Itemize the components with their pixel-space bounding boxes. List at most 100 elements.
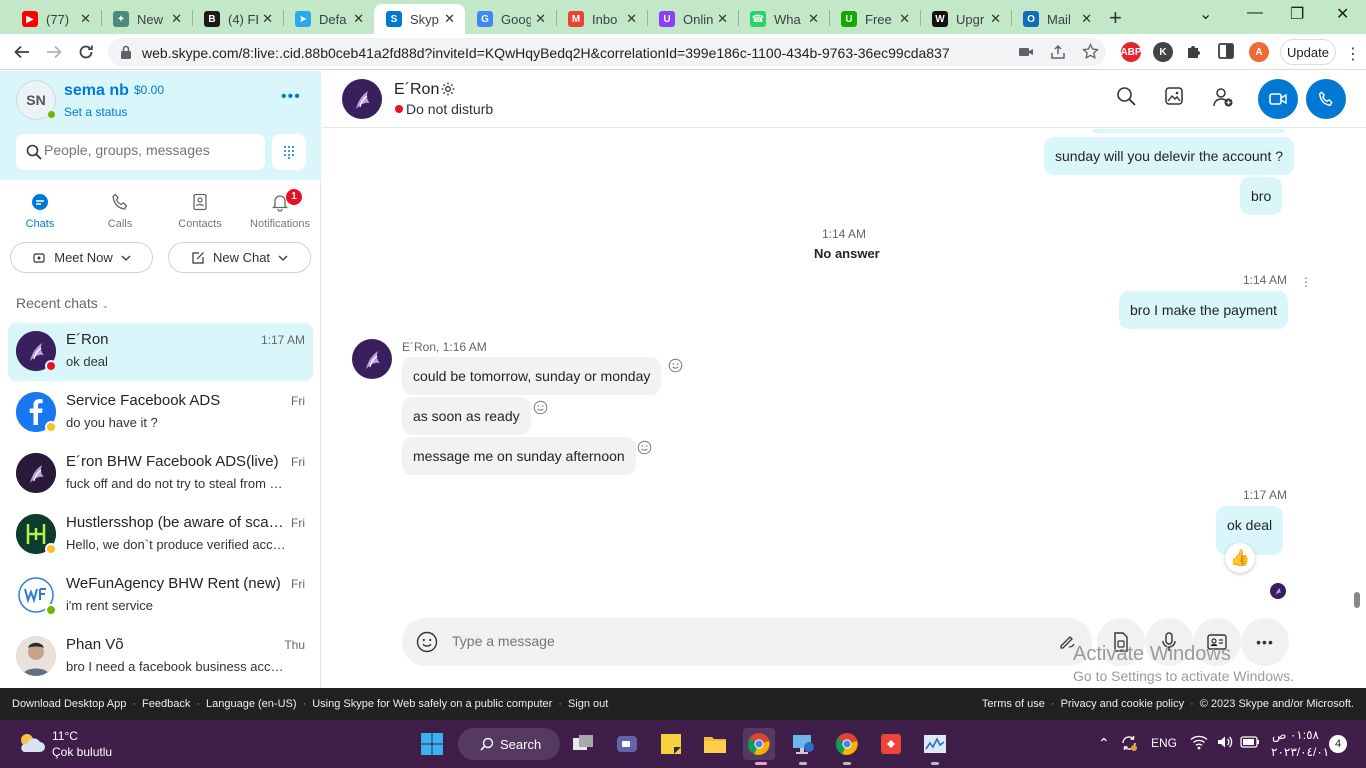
- taskbar-search-button[interactable]: Search: [458, 728, 560, 760]
- adblock-icon[interactable]: ABP: [1120, 42, 1142, 62]
- forward-icon[interactable]: [42, 40, 66, 64]
- notification-center-badge[interactable]: 4: [1329, 735, 1347, 753]
- browser-tab[interactable]: U Free ✕: [829, 4, 920, 34]
- footer-link[interactable]: © 2023 Skype and/or Microsoft.: [1200, 698, 1354, 710]
- weather-temperature[interactable]: 11°C: [52, 729, 78, 743]
- browser-tab[interactable]: ➤ Defa ✕: [283, 4, 374, 34]
- video-call-button[interactable]: [1258, 79, 1298, 119]
- clock-date[interactable]: ٢٠٢٣/٠٤/٠١: [1271, 745, 1329, 759]
- message-bubble-incoming[interactable]: as soon as ready: [402, 397, 531, 435]
- skype-credit[interactable]: $0.00: [134, 83, 164, 97]
- new-chat-button[interactable]: New Chat: [168, 242, 311, 273]
- message-bubble-incoming[interactable]: could be tomorrow, sunday or monday: [402, 357, 662, 395]
- k-extension-icon[interactable]: K: [1153, 42, 1173, 62]
- share-icon[interactable]: [1050, 44, 1066, 60]
- tab-search-icon[interactable]: ⌄: [1199, 4, 1212, 24]
- weather-cloudy-icon[interactable]: [16, 730, 46, 761]
- close-tab-icon[interactable]: ✕: [80, 11, 91, 27]
- chat-list-item[interactable]: Service Facebook ADS do you have it ? Fri: [8, 384, 313, 442]
- url-text[interactable]: web.skype.com/8:live:.cid.88b0ceb41a2fd8…: [142, 45, 950, 61]
- avatar[interactable]: [342, 79, 382, 119]
- message-bubble-incoming[interactable]: message me on sunday afternoon: [402, 437, 636, 475]
- search-input[interactable]: [44, 142, 254, 158]
- chat-list-item[interactable]: Hustlersshop (be aware of scammers) Hello…: [8, 506, 313, 564]
- camera-blocked-icon[interactable]: [1018, 44, 1034, 60]
- footer-link[interactable]: Download Desktop App: [12, 698, 126, 710]
- message-bubble-outgoing[interactable]: bro I make the payment: [1119, 291, 1289, 329]
- browser-tab[interactable]: W Upgr ✕: [920, 4, 1011, 34]
- minimize-icon[interactable]: —: [1247, 4, 1263, 22]
- set-status-link[interactable]: Set a status: [64, 105, 127, 119]
- bookmark-star-icon[interactable]: [1082, 43, 1099, 60]
- close-tab-icon[interactable]: ✕: [899, 11, 910, 27]
- clock-time[interactable]: ٠١:٥٨ ص: [1272, 728, 1319, 742]
- extensions-puzzle-icon[interactable]: [1185, 42, 1203, 60]
- sticky-notes-icon[interactable]: [655, 728, 687, 760]
- profile-name[interactable]: sema nb: [64, 82, 129, 100]
- message-bubble-outgoing[interactable]: sunday will you delevir the account ?: [1044, 137, 1295, 175]
- tab-chats[interactable]: Chats: [10, 192, 70, 236]
- browser-tab[interactable]: B (4) FB✕: [192, 4, 283, 34]
- add-reaction-icon[interactable]: [636, 439, 652, 455]
- close-tab-icon[interactable]: ✕: [535, 11, 546, 27]
- performance-monitor-icon[interactable]: [919, 728, 951, 760]
- close-tab-icon[interactable]: ✕: [1081, 11, 1092, 27]
- close-window-icon[interactable]: ✕: [1336, 4, 1349, 24]
- teams-chat-icon[interactable]: [611, 728, 643, 760]
- chat-list-item[interactable]: Phan Võ bro I need a facebook business ac…: [8, 628, 313, 686]
- footer-link[interactable]: Language (en-US): [206, 698, 297, 710]
- footer-link[interactable]: Feedback: [142, 698, 190, 710]
- search-field[interactable]: [16, 134, 265, 170]
- browser-tab[interactable]: ✦ New ✕: [101, 4, 192, 34]
- footer-link[interactable]: Terms of use: [982, 698, 1045, 710]
- browser-tab[interactable]: O Mail ✕: [1011, 4, 1102, 34]
- back-icon[interactable]: [10, 40, 34, 64]
- update-button[interactable]: Update: [1280, 39, 1336, 65]
- site-info-icon[interactable]: [119, 44, 133, 60]
- add-people-icon[interactable]: [1212, 86, 1234, 108]
- chrome-profile-d-icon[interactable]: [831, 728, 863, 760]
- sync-icon[interactable]: [1120, 734, 1138, 752]
- contact-name[interactable]: E´Ron: [394, 81, 439, 99]
- chat-list-item[interactable]: E´ron BHW Facebook ADS(live) fuck off and…: [8, 445, 313, 503]
- browser-tab[interactable]: ▶ (77) ✕: [10, 4, 101, 34]
- meet-now-button[interactable]: Meet Now: [10, 242, 153, 273]
- close-tab-icon[interactable]: ✕: [262, 11, 273, 27]
- close-tab-icon[interactable]: ✕: [990, 11, 1001, 27]
- wifi-icon[interactable]: [1190, 734, 1208, 750]
- avatar[interactable]: [352, 339, 392, 379]
- file-explorer-icon[interactable]: [699, 728, 731, 760]
- close-tab-icon[interactable]: ✕: [717, 11, 728, 27]
- maximize-icon[interactable]: ❐: [1290, 4, 1304, 24]
- keyboard-language[interactable]: ENG: [1151, 736, 1177, 750]
- search-icon[interactable]: [1116, 86, 1136, 106]
- task-view-icon[interactable]: [567, 728, 599, 760]
- close-tab-icon[interactable]: ✕: [808, 11, 819, 27]
- start-button[interactable]: [416, 728, 448, 760]
- browser-tab[interactable]: G Goog ✕: [465, 4, 556, 34]
- side-panel-icon[interactable]: [1217, 42, 1235, 60]
- tab-contacts[interactable]: Contacts: [170, 192, 230, 236]
- volume-icon[interactable]: [1216, 734, 1234, 750]
- scrollbar-thumb[interactable]: [1354, 592, 1360, 608]
- footer-link[interactable]: Sign out: [568, 698, 608, 710]
- emoji-icon[interactable]: [416, 631, 438, 653]
- browser-tab[interactable]: ☎ Wha ✕: [738, 4, 829, 34]
- browser-tab[interactable]: U Onlin ✕: [647, 4, 738, 34]
- more-options-icon[interactable]: •••: [281, 88, 301, 106]
- recent-chats-header[interactable]: Recent chats ⌄: [16, 295, 109, 311]
- battery-icon[interactable]: [1240, 735, 1260, 749]
- chrome-profile-a-icon[interactable]: [743, 728, 775, 760]
- dialpad-button[interactable]: [272, 134, 306, 170]
- browser-tab[interactable]: M Inbo ✕: [556, 4, 647, 34]
- message-input[interactable]: [452, 633, 1012, 649]
- thumbs-up-reaction-icon[interactable]: 👍: [1225, 543, 1255, 573]
- add-reaction-icon[interactable]: [667, 357, 683, 373]
- footer-link[interactable]: Using Skype for Web safely on a public c…: [312, 698, 552, 710]
- gear-icon[interactable]: [440, 81, 456, 97]
- browser-tab[interactable]: S Skyp ✕: [374, 4, 465, 34]
- weather-description[interactable]: Çok bulutlu: [52, 745, 112, 759]
- profile-avatar-icon[interactable]: A: [1249, 42, 1269, 62]
- reload-icon[interactable]: [74, 40, 98, 64]
- close-tab-icon[interactable]: ✕: [171, 11, 182, 27]
